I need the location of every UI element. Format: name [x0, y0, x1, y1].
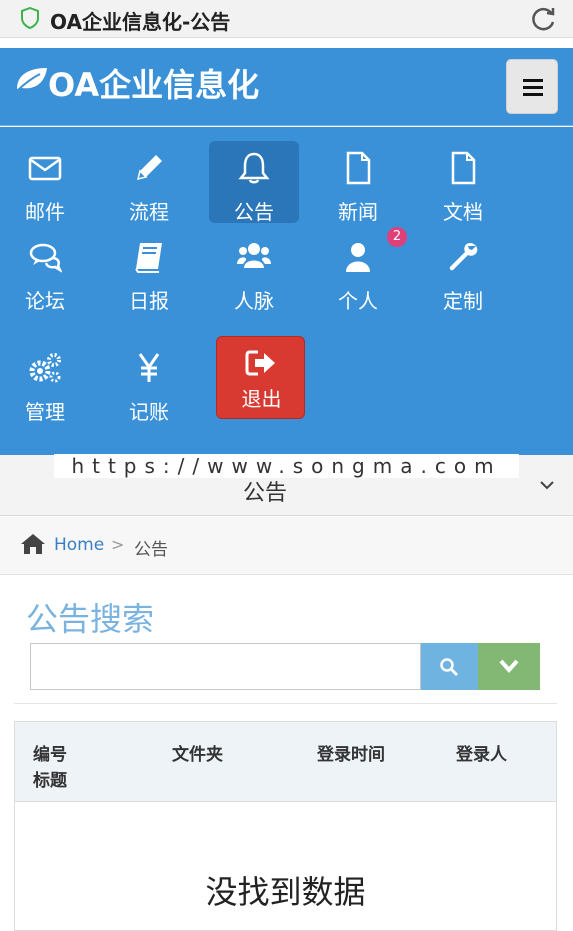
column-header-login-user[interactable]: 登录人: [456, 740, 507, 765]
nav-item-news[interactable]: 新闻: [313, 141, 403, 224]
pencil-icon: [136, 155, 162, 181]
users-icon: [237, 243, 271, 268]
home-icon: [21, 534, 45, 554]
column-header-folder[interactable]: 文件夹: [172, 740, 223, 765]
search-title: 公告搜索: [26, 600, 155, 638]
shield-icon: [21, 7, 39, 29]
nav-item-label: 公告: [234, 200, 274, 224]
main-nav: 邮件 流程 公告 新闻 文档 论坛 日报 人脉 个人 定制 管理 记账 2 退出: [0, 127, 573, 455]
nav-item-contacts[interactable]: 人脉: [209, 230, 299, 313]
nav-item-notice[interactable]: 公告: [209, 141, 299, 224]
app-logo-text[interactable]: OA企业信息化: [48, 60, 259, 106]
nav-item-label: 日报: [129, 289, 169, 313]
empty-message: 没找到数据: [205, 873, 366, 911]
app-header: OA企业信息化: [0, 48, 573, 126]
nav-item-mail[interactable]: 邮件: [0, 141, 90, 224]
table-header: 编号 标题 文件夹 登录时间 登录人: [15, 722, 556, 802]
nav-item-label: 流程: [129, 200, 169, 224]
notice-table: 编号 标题 文件夹 登录时间 登录人 没找到数据: [14, 721, 557, 931]
advanced-search-toggle[interactable]: [478, 643, 540, 690]
breadcrumb-current: 公告: [134, 540, 168, 560]
nav-item-forum[interactable]: 论坛: [0, 230, 90, 313]
chevron-down-icon: [499, 659, 519, 674]
nav-item-label: 记账: [129, 400, 169, 424]
nav-item-docs[interactable]: 文档: [418, 141, 508, 224]
gears-icon: [29, 353, 61, 383]
leaf-logo-icon: [15, 68, 47, 93]
user-icon: [346, 243, 370, 272]
breadcrumb: Home > 公告: [0, 517, 573, 575]
chevron-down-icon[interactable]: [538, 479, 556, 491]
nav-item-label: 论坛: [25, 289, 65, 313]
bell-icon: [238, 152, 270, 184]
search-icon: [440, 658, 459, 677]
divider: [14, 703, 557, 704]
watermark-text: https://www.songma.com: [54, 454, 519, 478]
notification-badge: 2: [387, 227, 407, 247]
nav-item-label: 管理: [25, 400, 65, 424]
wrench-icon: [449, 243, 478, 271]
nav-item-label: 文档: [443, 200, 483, 224]
comments-icon: [29, 243, 62, 273]
menu-toggle-button[interactable]: [506, 59, 558, 114]
nav-item-label: 个人: [338, 289, 378, 313]
search-button[interactable]: [421, 643, 478, 690]
logout-button[interactable]: 退出: [216, 336, 305, 419]
logout-label: 退出: [241, 387, 282, 411]
book-icon: [135, 243, 162, 273]
column-header-id[interactable]: 编号: [33, 740, 67, 765]
nav-item-label: 邮件: [25, 200, 65, 224]
search-input[interactable]: [30, 643, 421, 690]
hamburger-icon: [523, 79, 543, 82]
file-icon: [346, 151, 371, 185]
reload-icon[interactable]: [530, 5, 558, 33]
nav-item-label: 新闻: [338, 200, 378, 224]
nav-item-daily[interactable]: 日报: [104, 230, 194, 313]
section-title: 公告: [242, 481, 287, 506]
envelope-icon: [28, 156, 62, 181]
breadcrumb-home-link[interactable]: Home: [54, 535, 104, 555]
browser-page-title: OA企业信息化-公告: [50, 10, 231, 34]
sign-out-icon: [245, 350, 275, 376]
nav-item-admin[interactable]: 管理: [0, 341, 90, 424]
column-header-title[interactable]: 标题: [33, 766, 67, 791]
yen-icon: [138, 353, 160, 382]
nav-item-workflow[interactable]: 流程: [104, 141, 194, 224]
column-header-login-time[interactable]: 登录时间: [317, 740, 385, 765]
breadcrumb-separator: >: [111, 535, 125, 554]
nav-item-label: 人脉: [234, 289, 274, 313]
nav-item-customize[interactable]: 定制: [418, 230, 508, 313]
file-icon: [451, 151, 476, 185]
browser-title-bar: OA企业信息化-公告: [0, 0, 573, 38]
nav-item-label: 定制: [443, 289, 483, 313]
nav-item-accounting[interactable]: 记账: [104, 341, 194, 424]
